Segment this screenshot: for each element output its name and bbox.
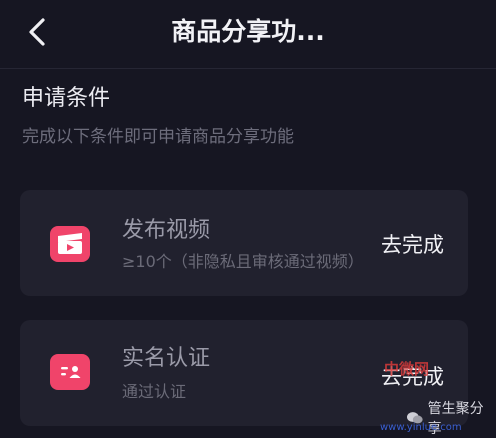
section-subtitle: 完成以下条件即可申请商品分享功能	[22, 127, 294, 147]
requirement-title: 发布视频	[122, 218, 211, 243]
requirement-title: 实名认证	[122, 346, 211, 371]
watermark-site-name: 中微网	[384, 360, 430, 378]
id-card-icon	[50, 354, 90, 390]
watermark-url: www.yinlue.com	[380, 422, 462, 433]
complete-button[interactable]: 去完成	[381, 230, 444, 260]
video-clapper-icon	[50, 226, 90, 262]
top-navigation-bar: 商品分享功...	[0, 0, 496, 69]
section-title: 申请条件	[22, 86, 111, 111]
requirement-subtitle: ≥10个（非隐私且审核通过视频）	[122, 252, 364, 271]
requirement-card-publish-video[interactable]: 发布视频 ≥10个（非隐私且审核通过视频） 去完成	[20, 190, 468, 296]
requirement-subtitle: 通过认证	[122, 382, 187, 401]
page-title: 商品分享功...	[171, 17, 325, 46]
